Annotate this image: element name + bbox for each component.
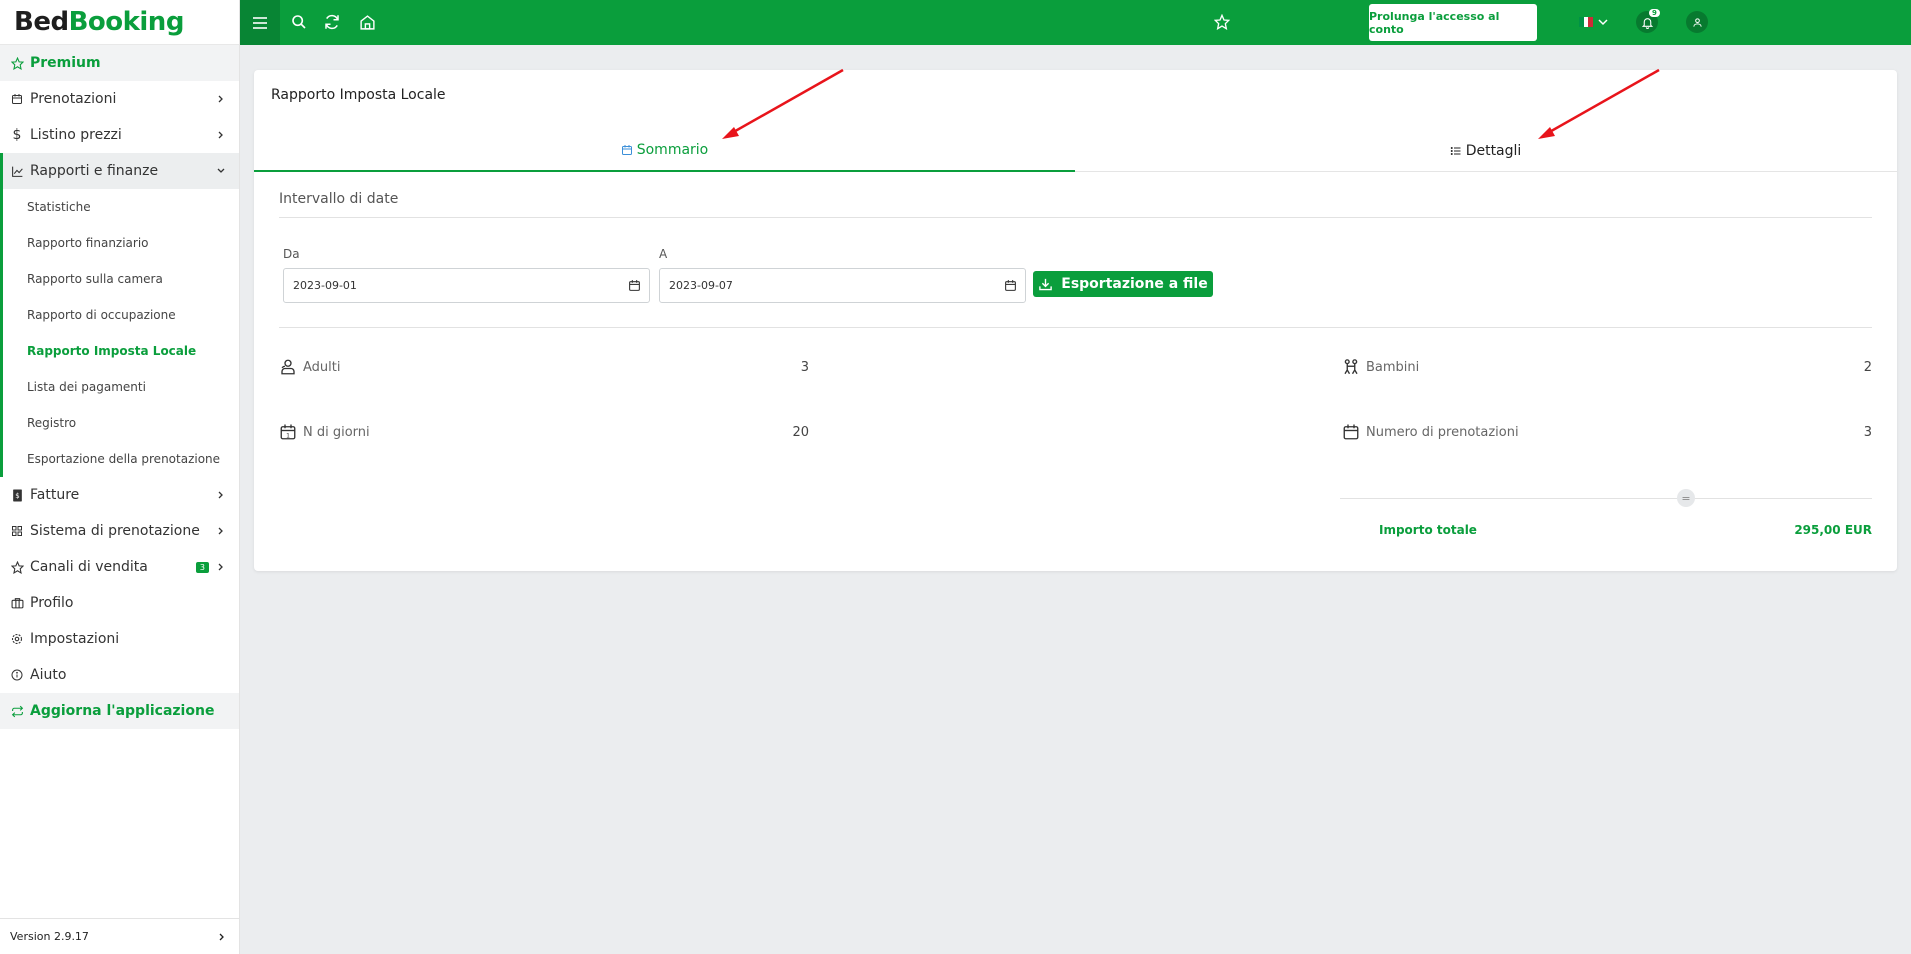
sidebar-item-fatture[interactable]: $ Fatture: [0, 477, 239, 513]
search-button[interactable]: [289, 12, 309, 32]
divider: [279, 217, 1872, 218]
sidebar-item-impostazioni[interactable]: Impostazioni: [0, 621, 239, 657]
stat-adults: Adulti 3: [279, 356, 809, 378]
divider: [279, 327, 1872, 328]
notifications-badge: 9: [1649, 9, 1660, 17]
sync-icon: [325, 14, 339, 30]
sidebar-item-prenotazioni[interactable]: Prenotazioni: [0, 81, 239, 117]
svg-text:$: $: [15, 491, 19, 500]
section-title: Intervallo di date: [279, 191, 399, 207]
chart-icon: [10, 164, 24, 178]
gear-icon: [10, 632, 24, 646]
sidebar-item-sistema-prenotazione[interactable]: Sistema di prenotazione: [0, 513, 239, 549]
info-icon: [10, 668, 24, 682]
total-label: Importo totale: [1379, 523, 1477, 537]
tab-sommario[interactable]: Sommario: [254, 130, 1075, 172]
chevron-down-icon[interactable]: [1598, 18, 1608, 26]
calendar-icon: [1343, 424, 1359, 440]
chevron-right-icon: [218, 527, 223, 535]
stat-children: Bambini 2: [1342, 356, 1872, 378]
calendar-icon[interactable]: [1004, 279, 1017, 292]
chevron-down-icon: [217, 168, 225, 173]
logo[interactable]: Bed Booking: [0, 0, 239, 44]
chevron-right-icon: [218, 563, 223, 571]
sidebar-submenu: Statistiche Rapporto finanziario Rapport…: [0, 189, 239, 477]
sidebar-subitem-registro[interactable]: Registro: [3, 405, 239, 441]
sidebar-item-aggiorna[interactable]: Aggiorna l'applicazione: [0, 693, 239, 729]
chevron-right-icon: [218, 491, 223, 499]
chevron-right-icon: [218, 95, 223, 103]
sidebar-subitem-lista-pagamenti[interactable]: Lista dei pagamenti: [3, 369, 239, 405]
sidebar-item-listino-prezzi[interactable]: $ Listino prezzi: [0, 117, 239, 153]
sidebar-menu: Premium Prenotazioni $ Listino prezzi Ra…: [0, 44, 239, 729]
grid-icon: [10, 524, 24, 538]
hamburger-menu-button[interactable]: [240, 0, 280, 45]
topbar: Prolunga l'accesso al conto 9: [240, 0, 1911, 45]
version-footer[interactable]: Version 2.9.17: [0, 918, 240, 954]
chevron-right-icon: [218, 131, 223, 139]
favorites-button[interactable]: [1212, 12, 1232, 32]
sidebar-item-premium[interactable]: Premium: [0, 45, 239, 81]
children-icon: [1344, 359, 1358, 375]
stat-days: 1 N di giorni 20: [279, 421, 809, 443]
chevron-right-icon: [219, 933, 224, 940]
sidebar-item-aiuto[interactable]: Aiuto: [0, 657, 239, 693]
extend-access-button[interactable]: Prolunga l'accesso al conto: [1369, 4, 1537, 41]
divider: [1340, 498, 1872, 499]
calendar-icon: [10, 92, 24, 106]
download-icon: [1039, 278, 1053, 290]
briefcase-icon: [10, 596, 24, 610]
stat-bookings: Numero di prenotazioni 3: [1342, 421, 1872, 443]
search-icon: [292, 15, 306, 29]
to-date-input[interactable]: 2023-09-07: [659, 268, 1026, 303]
sidebar-subitem-esportazione-prenotazione[interactable]: Esportazione della prenotazione: [3, 441, 239, 477]
sidebar: Bed Booking Premium Prenotazioni $ Listin…: [0, 0, 240, 954]
bell-icon: [1641, 17, 1653, 29]
star-icon: [10, 560, 24, 574]
page-title: Rapporto Imposta Locale: [271, 87, 446, 103]
sidebar-subitem-rapporto-camera[interactable]: Rapporto sulla camera: [3, 261, 239, 297]
refresh-icon: [10, 704, 24, 718]
from-label: Da: [283, 247, 300, 261]
channels-badge: 3: [195, 561, 209, 573]
italy-flag-icon[interactable]: [1579, 17, 1594, 27]
home-icon: [359, 14, 375, 30]
calendar-day-icon: 1: [280, 424, 296, 440]
calendar-icon: [621, 145, 632, 155]
user-menu-button[interactable]: [1686, 11, 1708, 33]
to-label: A: [659, 247, 668, 261]
sidebar-subitem-rapporto-occupazione[interactable]: Rapporto di occupazione: [3, 297, 239, 333]
dollar-icon: $: [12, 127, 22, 143]
sidebar-item-profilo[interactable]: Profilo: [0, 585, 239, 621]
tab-dettagli[interactable]: Dettagli: [1075, 130, 1896, 172]
adults-icon: [281, 359, 295, 375]
sync-button[interactable]: [322, 12, 342, 32]
home-button[interactable]: [357, 12, 377, 32]
from-date-input[interactable]: 2023-09-01: [283, 268, 650, 303]
invoice-icon: $: [10, 488, 24, 502]
star-icon: [1214, 14, 1230, 30]
total-value: 295,00 EUR: [1794, 523, 1872, 537]
report-card: Rapporto Imposta Locale Sommario Dettagl…: [254, 70, 1897, 571]
sidebar-item-rapporti-e-finanze[interactable]: Rapporti e finanze: [0, 153, 239, 189]
svg-text:1: 1: [286, 432, 290, 439]
calendar-icon[interactable]: [628, 279, 641, 292]
tabs: Sommario Dettagli: [254, 130, 1897, 172]
sidebar-subitem-rapporto-imposta-locale[interactable]: Rapporto Imposta Locale: [3, 333, 239, 369]
user-icon: [1692, 17, 1702, 27]
list-icon: [1450, 147, 1461, 155]
export-file-button[interactable]: Esportazione a file: [1033, 271, 1213, 297]
equals-icon: =: [1677, 489, 1695, 507]
sidebar-item-canali-vendita[interactable]: Canali di vendita 3: [0, 549, 239, 585]
sidebar-subitem-statistiche[interactable]: Statistiche: [3, 189, 239, 225]
star-icon: [10, 56, 24, 70]
sidebar-subitem-rapporto-finanziario[interactable]: Rapporto finanziario: [3, 225, 239, 261]
hamburger-icon: [253, 16, 267, 29]
